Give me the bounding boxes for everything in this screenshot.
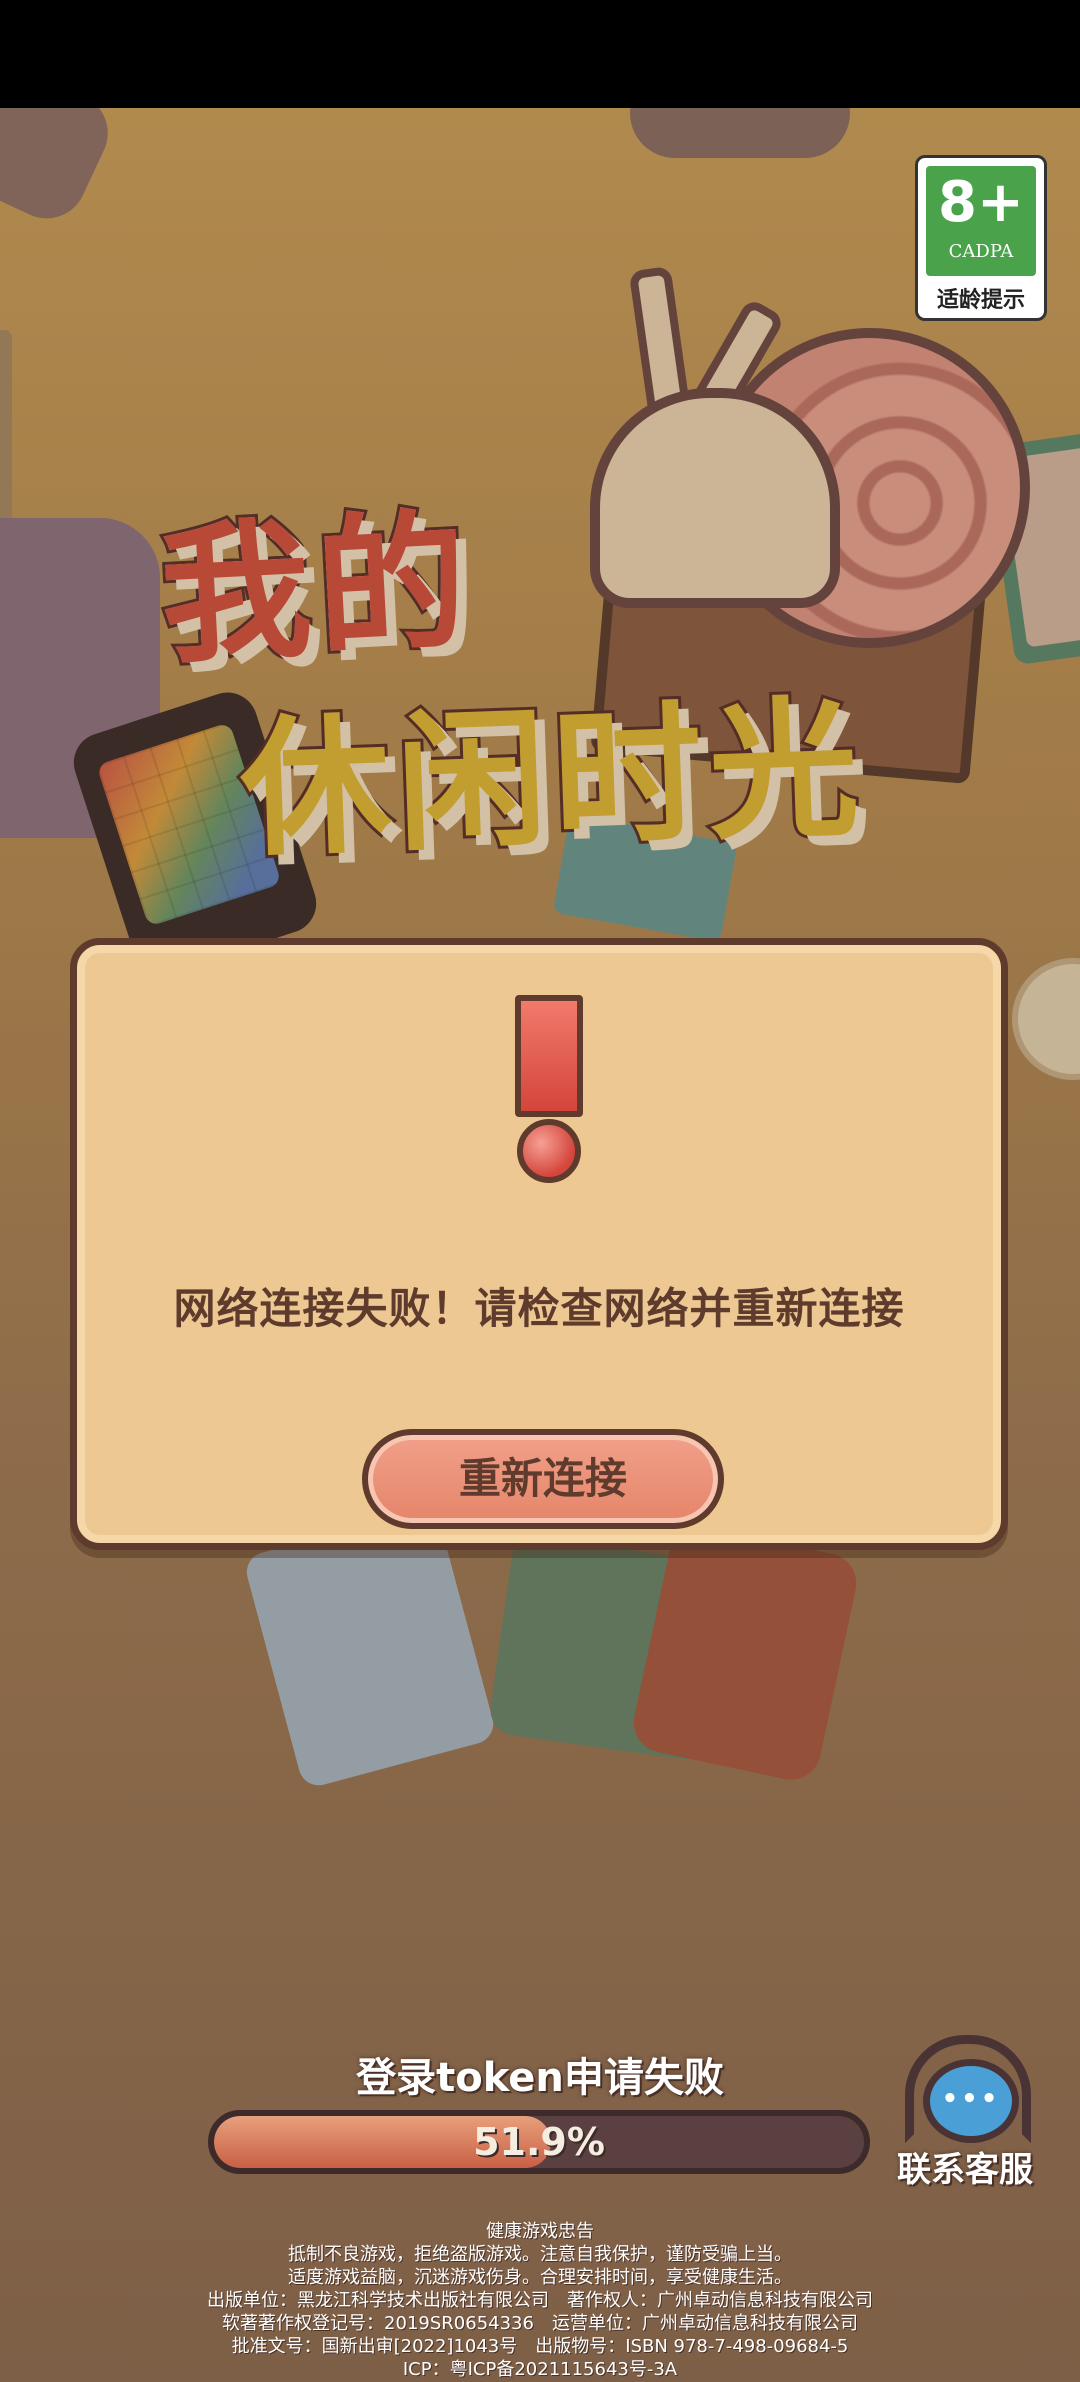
age-rating-number: 8+ bbox=[938, 170, 1024, 235]
network-error-dialog: 网络连接失败！请检查网络并重新连接 重新连接 bbox=[70, 938, 1008, 1550]
footer-line: 批准文号：国新出审[2022]1043号 出版物号：ISBN 978-7-498… bbox=[231, 2336, 849, 2357]
footer-line: 适度游戏益脑，沉迷游戏伤身。合理安排时间，享受健康生活。 bbox=[288, 2267, 792, 2288]
age-rating-badge[interactable]: 8+ CADPA 适龄提示 bbox=[915, 155, 1047, 321]
footer-line: ICP：粤ICP备2021115643号-3A bbox=[402, 2359, 678, 2380]
customer-service-label: 联系客服 bbox=[897, 2150, 1033, 2190]
customer-service-button[interactable]: ••• 联系客服 bbox=[880, 2030, 1050, 2200]
progress-percent: 51.9% bbox=[473, 2120, 605, 2164]
reconnect-button[interactable]: 重新连接 bbox=[362, 1429, 724, 1529]
reconnect-button-label: 重新连接 bbox=[458, 1454, 627, 1503]
footer-line: 软著著作权登记号：2019SR0654336 运营单位：广州卓动信息科技有限公司 bbox=[222, 2313, 858, 2334]
health-notice-footer: 健康游戏忠告 抵制不良游戏，拒绝盗版游戏。注意自我保护，谨防受骗上当。 适度游戏… bbox=[0, 2220, 1080, 2381]
age-rating-caption: 适龄提示 bbox=[936, 288, 1025, 313]
footer-line: 健康游戏忠告 bbox=[486, 2221, 594, 2242]
age-rating-org: CADPA bbox=[948, 241, 1014, 262]
exclamation-warning-icon bbox=[507, 995, 587, 1185]
dialog-message: 网络连接失败！请检查网络并重新连接 bbox=[173, 1284, 905, 1333]
customer-service-headset-icon: ••• bbox=[905, 2035, 1031, 2145]
loading-progress-bar: 51.9% bbox=[208, 2110, 870, 2174]
age-rating-box: 8+ CADPA bbox=[926, 166, 1036, 276]
footer-line: 出版单位：黑龙江科学技术出版社有限公司 著作权人：广州卓动信息科技有限公司 bbox=[207, 2290, 873, 2311]
footer-line: 抵制不良游戏，拒绝盗版游戏。注意自我保护，谨防受骗上当。 bbox=[288, 2244, 792, 2265]
status-bar bbox=[0, 0, 1080, 108]
